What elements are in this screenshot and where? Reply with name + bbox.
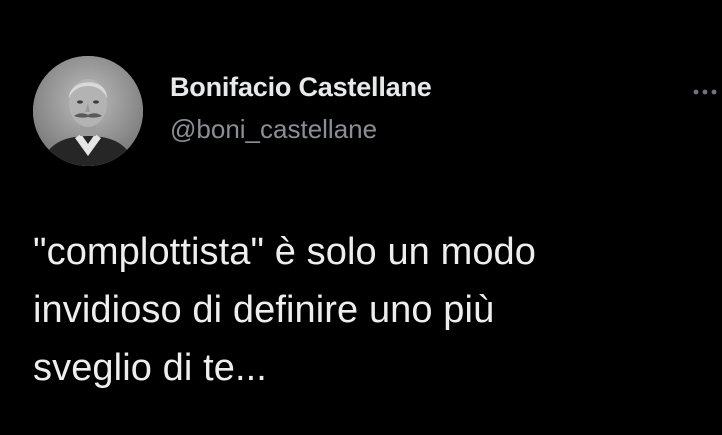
tweet-card: Bonifacio Castellane @boni_castellane "c…: [0, 0, 722, 435]
author-handle[interactable]: @boni_castellane: [170, 114, 377, 145]
author-display-name[interactable]: Bonifacio Castellane: [170, 72, 432, 103]
more-options-button[interactable]: [690, 84, 722, 100]
avatar[interactable]: [33, 56, 143, 166]
profile-photo-icon: [33, 56, 143, 166]
tweet-text: "complottista" è solo un modo invidioso …: [33, 231, 537, 389]
more-options-icon: [693, 89, 717, 95]
